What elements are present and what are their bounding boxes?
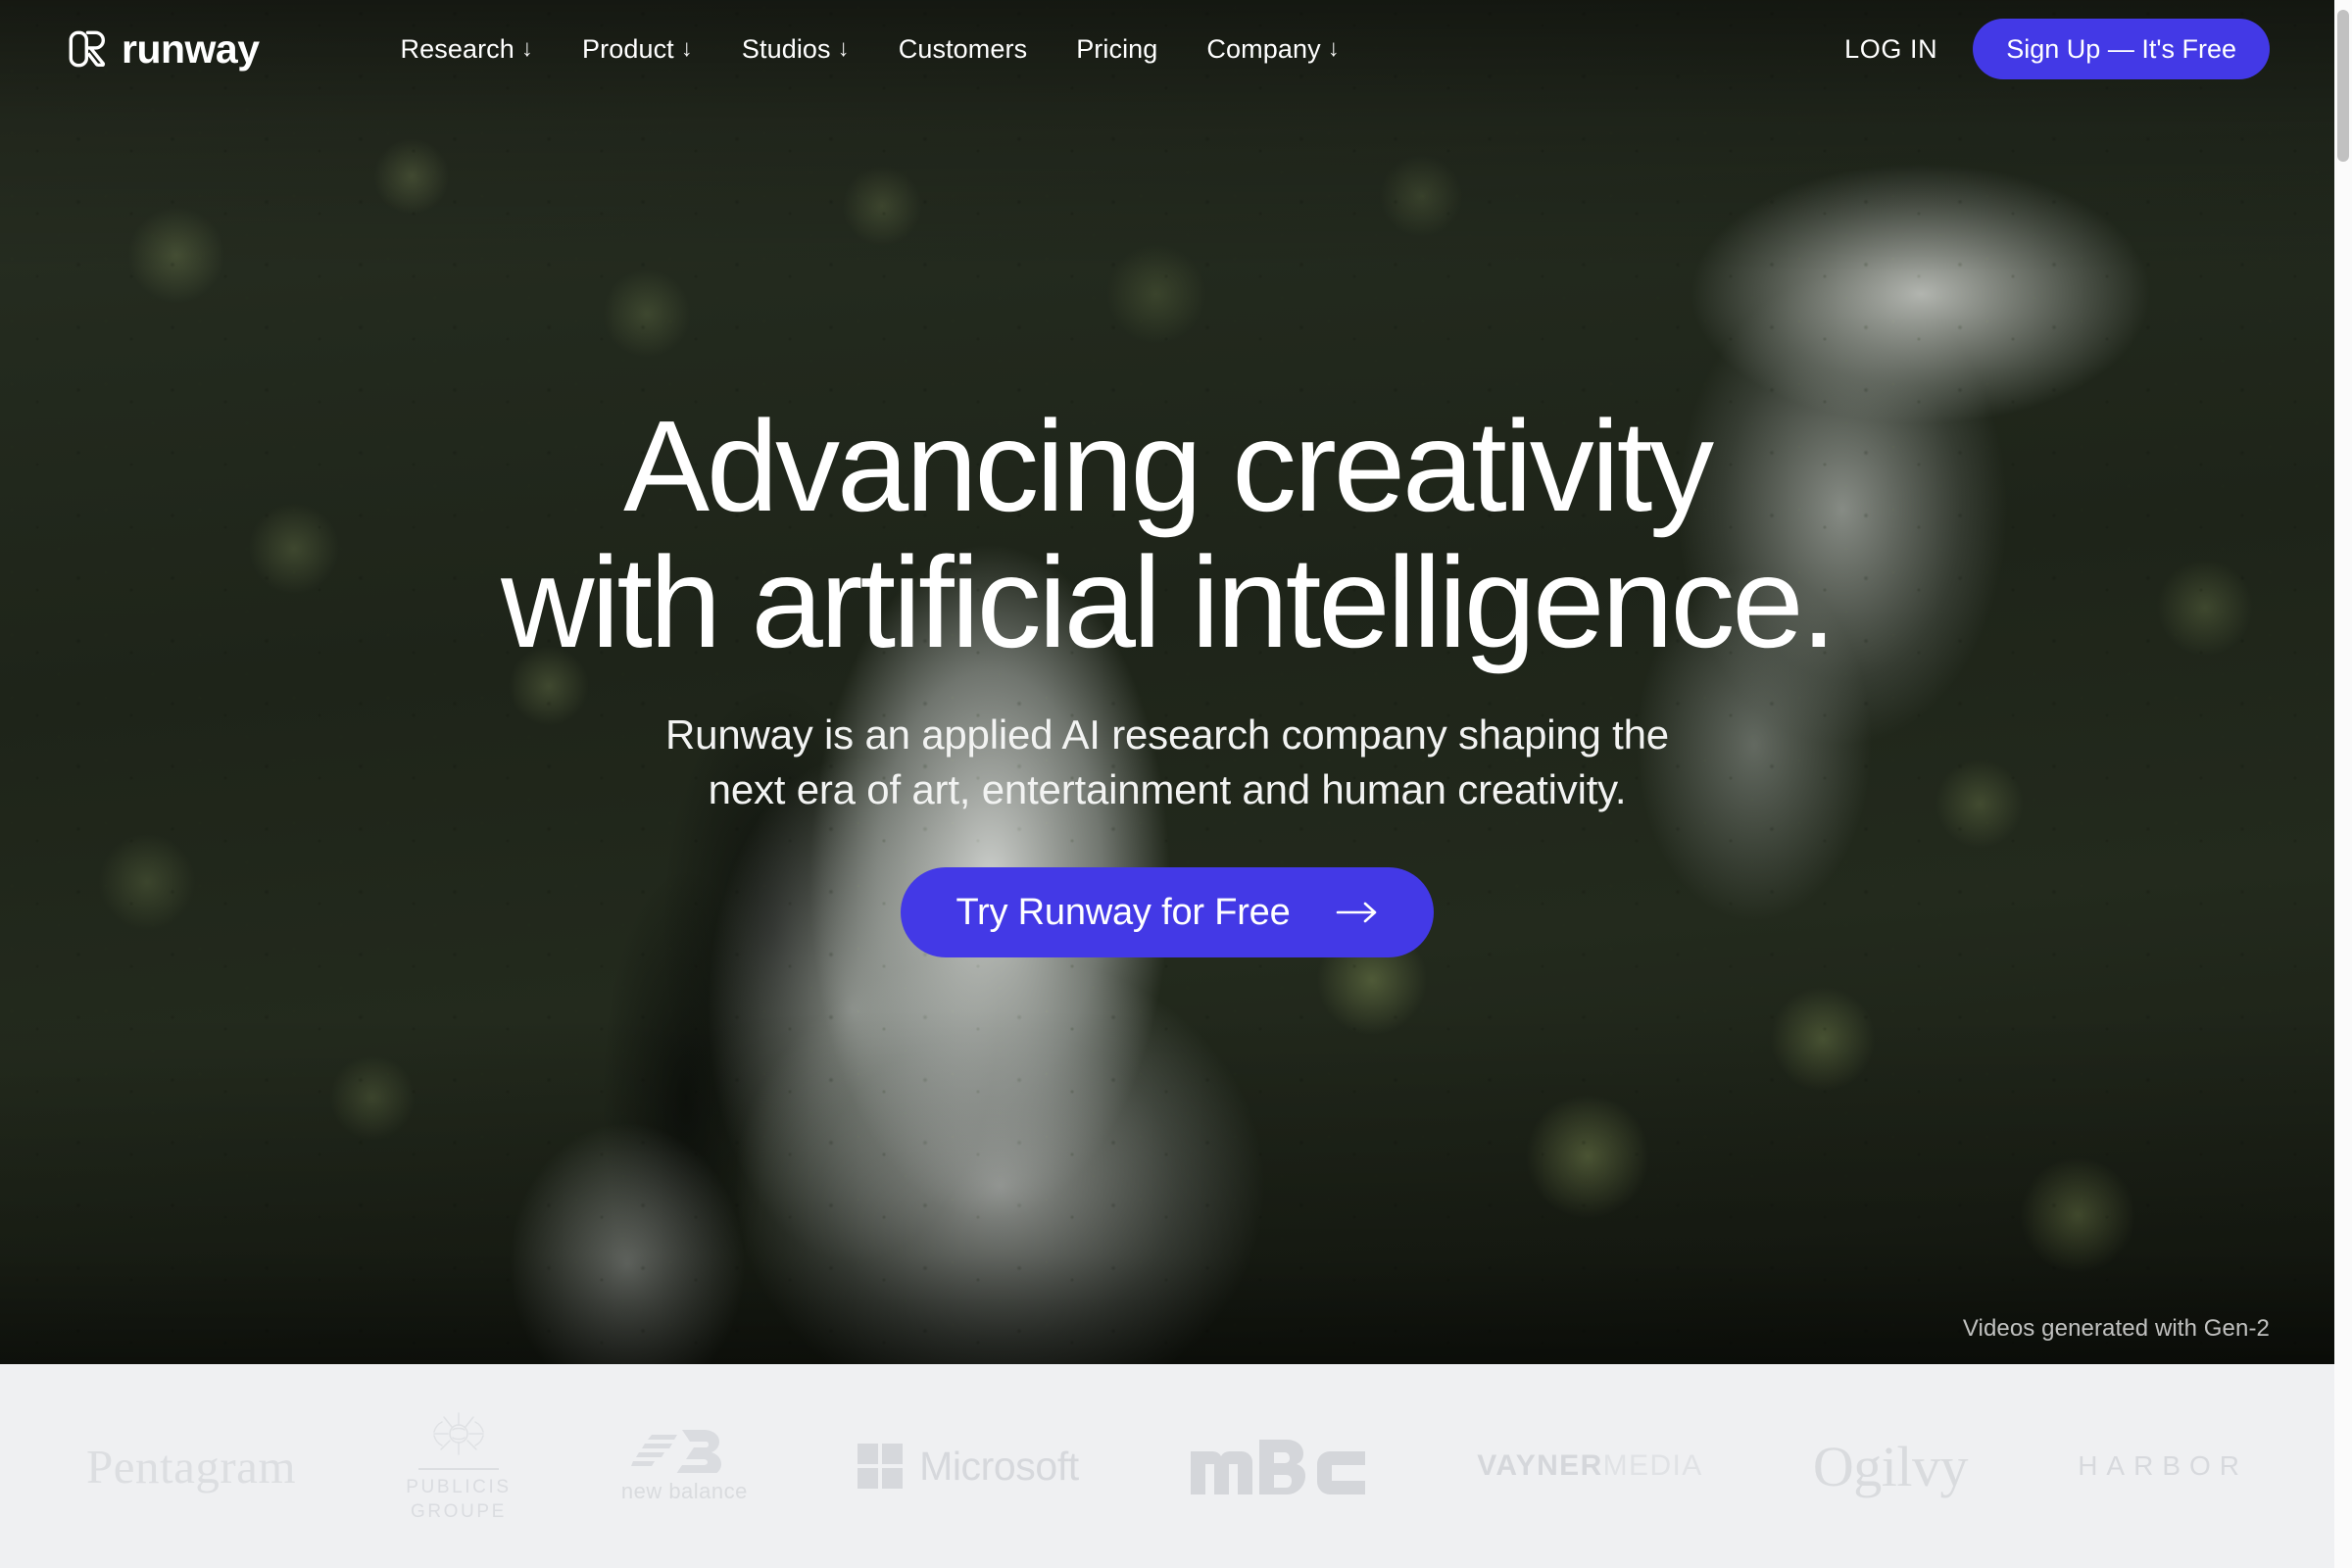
- nav-item-label: Studios: [741, 33, 831, 64]
- hero-section: runway Research ↓ Product ↓ Studios ↓ Cu…: [0, 0, 2334, 1364]
- signup-button[interactable]: Sign Up — It's Free: [1973, 19, 2270, 79]
- try-runway-for-free-button[interactable]: Try Runway for Free: [901, 867, 1434, 958]
- nav-item-label: Research: [400, 33, 514, 64]
- nav-item-pricing[interactable]: Pricing: [1076, 34, 1157, 65]
- hero-credit-caption: Videos generated with Gen-2: [1962, 1315, 2270, 1342]
- brand-logo[interactable]: runway: [67, 28, 260, 70]
- arrow-down-icon: ↓: [1327, 35, 1340, 62]
- hero-subheading: Runway is an applied AI research company…: [665, 708, 1669, 816]
- nav-item-company[interactable]: Company ↓: [1206, 34, 1339, 65]
- customer-logo-strip: Pentagram PUBLICIS GROUPE new balance Mi…: [0, 1364, 2334, 1568]
- main-navigation: runway Research ↓ Product ↓ Studios ↓ Cu…: [0, 0, 2334, 98]
- arrow-down-icon: ↓: [837, 35, 850, 62]
- mbc-wordmark-icon: [1191, 1440, 1365, 1494]
- ogilvy-wordmark: Ogilvy: [1812, 1434, 1969, 1498]
- logo-new-balance: new balance: [621, 1407, 748, 1525]
- nav-item-product[interactable]: Product ↓: [582, 34, 693, 65]
- arrow-right-icon: [1336, 902, 1376, 923]
- nav-item-label: Product: [582, 33, 674, 64]
- publicis-divider: [417, 1468, 499, 1471]
- subhead-line-2: next era of art, entertainment and human…: [708, 765, 1627, 812]
- login-link[interactable]: LOG IN: [1844, 34, 1937, 65]
- publicis-crest-icon: [433, 1412, 484, 1455]
- logo-ogilvy: Ogilvy: [1812, 1407, 1969, 1525]
- nav-actions: LOG IN Sign Up — It's Free: [1844, 19, 2270, 79]
- nav-item-label: Pricing: [1076, 33, 1158, 64]
- headline-line-2: with artificial intelligence.: [501, 529, 1837, 674]
- vayner-bold: VAYNER: [1477, 1449, 1603, 1482]
- page-title: Advancing creativity with artificial int…: [501, 398, 1837, 674]
- new-balance-wordmark: new balance: [620, 1479, 748, 1503]
- harbor-wordmark: HARBOR: [2078, 1450, 2248, 1481]
- nav-item-label: Customers: [898, 33, 1028, 64]
- headline-line-1: Advancing creativity: [623, 393, 1714, 538]
- nav-item-label: Company: [1206, 33, 1321, 64]
- runway-landing-page: runway Research ↓ Product ↓ Studios ↓ Cu…: [0, 0, 2352, 1568]
- cta-label: Try Runway for Free: [956, 891, 1291, 933]
- logo-vaynermedia: VAYNER MEDIA: [1477, 1407, 1702, 1525]
- vaynermedia-wordmark: VAYNER MEDIA: [1477, 1449, 1702, 1483]
- vertical-scrollbar-track[interactable]: [2334, 0, 2352, 1568]
- nav-item-studios[interactable]: Studios ↓: [742, 34, 850, 65]
- hero-content: Advancing creativity with artificial int…: [0, 0, 2334, 1364]
- publicis-wordmark: PUBLICIS GROUPE: [406, 1476, 511, 1524]
- nav-links: Research ↓ Product ↓ Studios ↓ Customers…: [401, 34, 1340, 65]
- logo-pentagram: Pentagram: [86, 1407, 296, 1525]
- new-balance-nb-icon: [631, 1430, 722, 1473]
- logo-publicis-groupe: PUBLICIS GROUPE: [406, 1407, 511, 1525]
- nav-item-customers[interactable]: Customers: [899, 34, 1027, 65]
- publicis-line-1: PUBLICIS: [406, 1477, 512, 1498]
- arrow-down-icon: ↓: [520, 35, 534, 62]
- vertical-scrollbar-thumb[interactable]: [2337, 10, 2349, 162]
- publicis-line-2: GROUPE: [410, 1500, 507, 1522]
- subhead-line-1: Runway is an applied AI research company…: [665, 711, 1669, 759]
- media-light: MEDIA: [1602, 1449, 1703, 1482]
- logo-mbc: [1189, 1407, 1367, 1525]
- arrow-down-icon: ↓: [680, 35, 693, 62]
- logo-microsoft: Microsoft: [858, 1407, 1079, 1525]
- brand-wordmark: runway: [122, 25, 260, 72]
- runway-logo-icon: [69, 30, 106, 68]
- logo-harbor: HARBOR: [2078, 1407, 2248, 1525]
- pentagram-wordmark: Pentagram: [86, 1439, 297, 1494]
- microsoft-wordmark: Microsoft: [919, 1443, 1079, 1489]
- microsoft-squares-icon: [858, 1444, 904, 1489]
- nav-item-research[interactable]: Research ↓: [401, 34, 533, 65]
